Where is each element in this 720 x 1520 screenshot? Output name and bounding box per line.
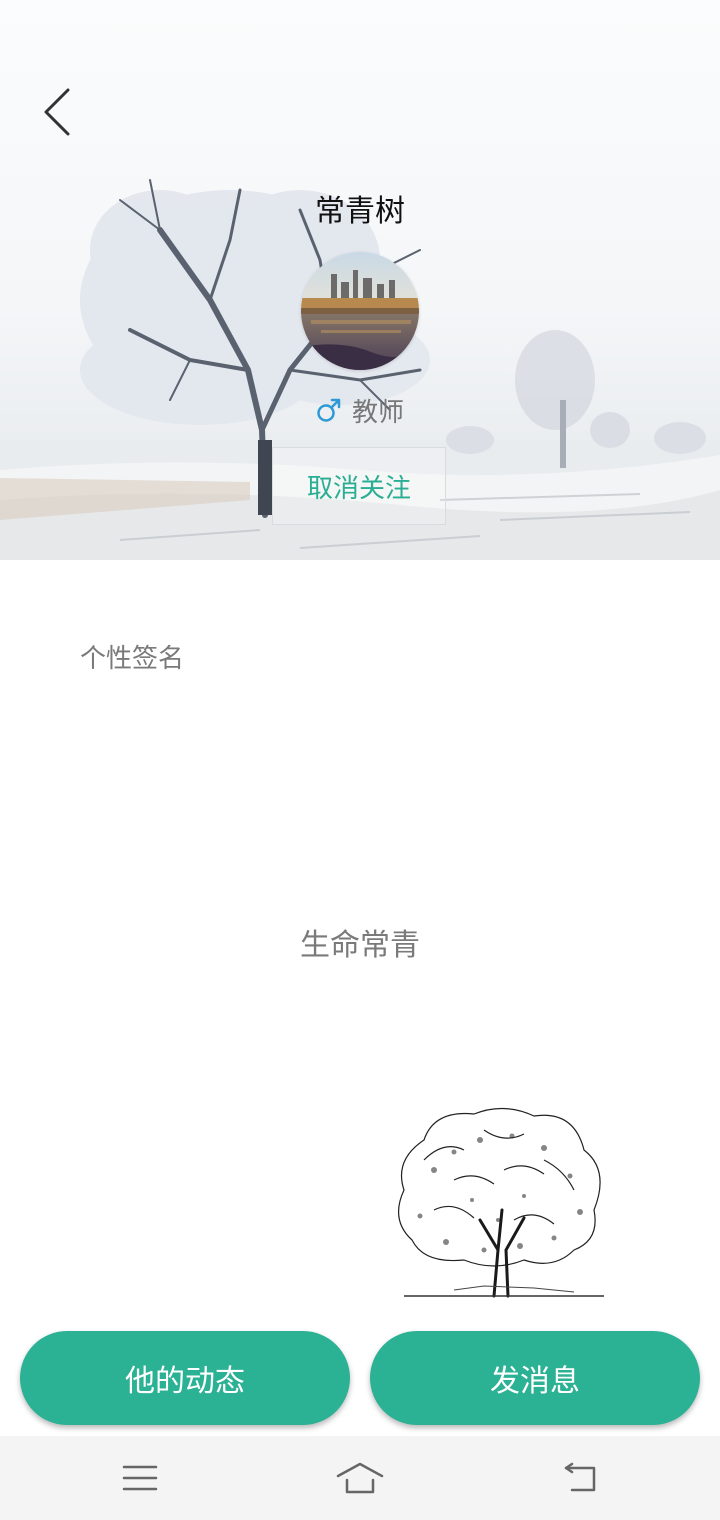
male-icon <box>317 398 341 422</box>
profile-banner: 常青树 教师 取消关注 <box>0 0 720 560</box>
tree-sketch-image <box>384 1100 616 1304</box>
profile-meta: 教师 <box>0 390 720 430</box>
nav-back-button[interactable] <box>550 1454 610 1502</box>
avatar[interactable] <box>301 252 419 370</box>
avatar-image <box>301 252 419 370</box>
chevron-left-icon <box>44 88 70 136</box>
nav-menu-button[interactable] <box>110 1454 170 1502</box>
profile-name: 常青树 <box>315 194 405 229</box>
nav-home-button[interactable] <box>330 1454 390 1502</box>
back-button[interactable] <box>30 84 86 140</box>
role-label: 教师 <box>351 397 404 428</box>
send-message-button[interactable]: 发消息 <box>370 1331 700 1425</box>
signature-heading: 个性签名 <box>80 644 185 674</box>
signature-text: 生命常青 <box>300 928 420 963</box>
profile-screen: 常青树 教师 取消关注 个性签名 生命常青 他的动态 发消息 <box>0 0 720 1520</box>
menu-icon <box>122 1465 158 1491</box>
system-nav-bar <box>0 1436 720 1520</box>
his-posts-button[interactable]: 他的动态 <box>20 1331 350 1425</box>
home-icon <box>336 1462 384 1494</box>
unfollow-button[interactable]: 取消关注 <box>272 447 446 525</box>
back-icon <box>564 1462 596 1492</box>
